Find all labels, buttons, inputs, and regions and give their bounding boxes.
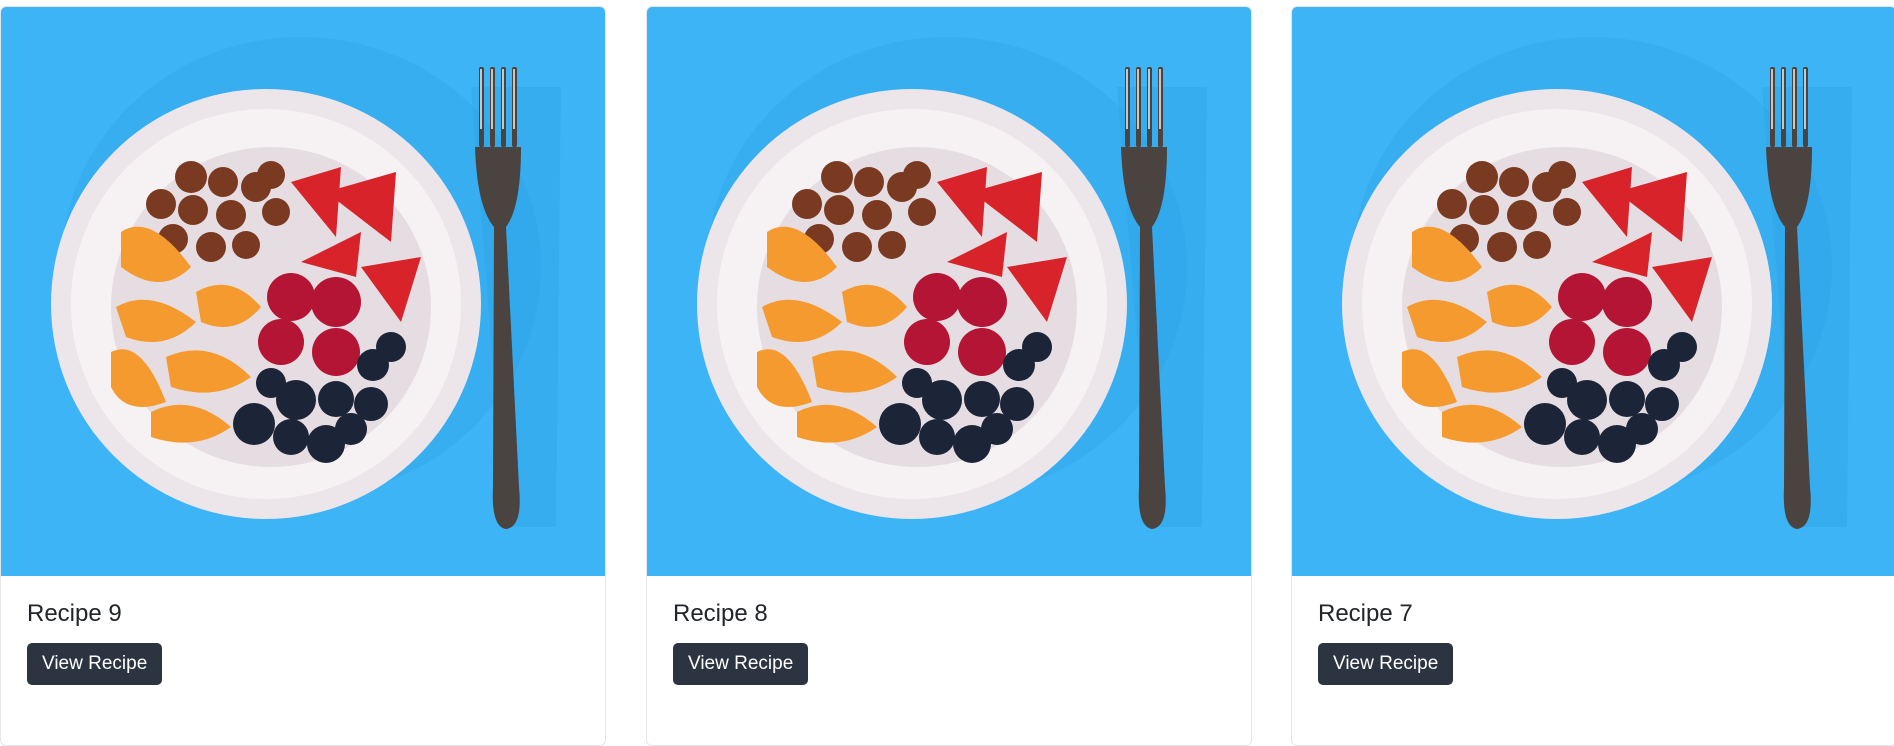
recipe-photo	[1, 7, 605, 576]
recipe-card: Recipe 8 View Recipe	[646, 6, 1252, 746]
view-recipe-button[interactable]: View Recipe	[1318, 642, 1454, 685]
recipe-title: Recipe 7	[1318, 600, 1413, 627]
view-recipe-button[interactable]: View Recipe	[27, 642, 163, 685]
recipe-card: Recipe 7 View Recipe	[1291, 6, 1894, 746]
card-body: Recipe 8 View Recipe	[647, 576, 1251, 709]
recipe-title: Recipe 9	[27, 600, 122, 627]
card-body: Recipe 9 View Recipe	[1, 576, 605, 709]
recipe-title: Recipe 8	[673, 600, 768, 627]
view-recipe-button[interactable]: View Recipe	[673, 642, 809, 685]
recipe-grid: Recipe 9 View Recipe Recipe 8 View Recip…	[0, 0, 1894, 746]
recipe-photo	[647, 7, 1251, 576]
recipe-photo	[1292, 7, 1894, 576]
recipe-card: Recipe 9 View Recipe	[0, 6, 606, 746]
card-body: Recipe 7 View Recipe	[1292, 576, 1894, 709]
